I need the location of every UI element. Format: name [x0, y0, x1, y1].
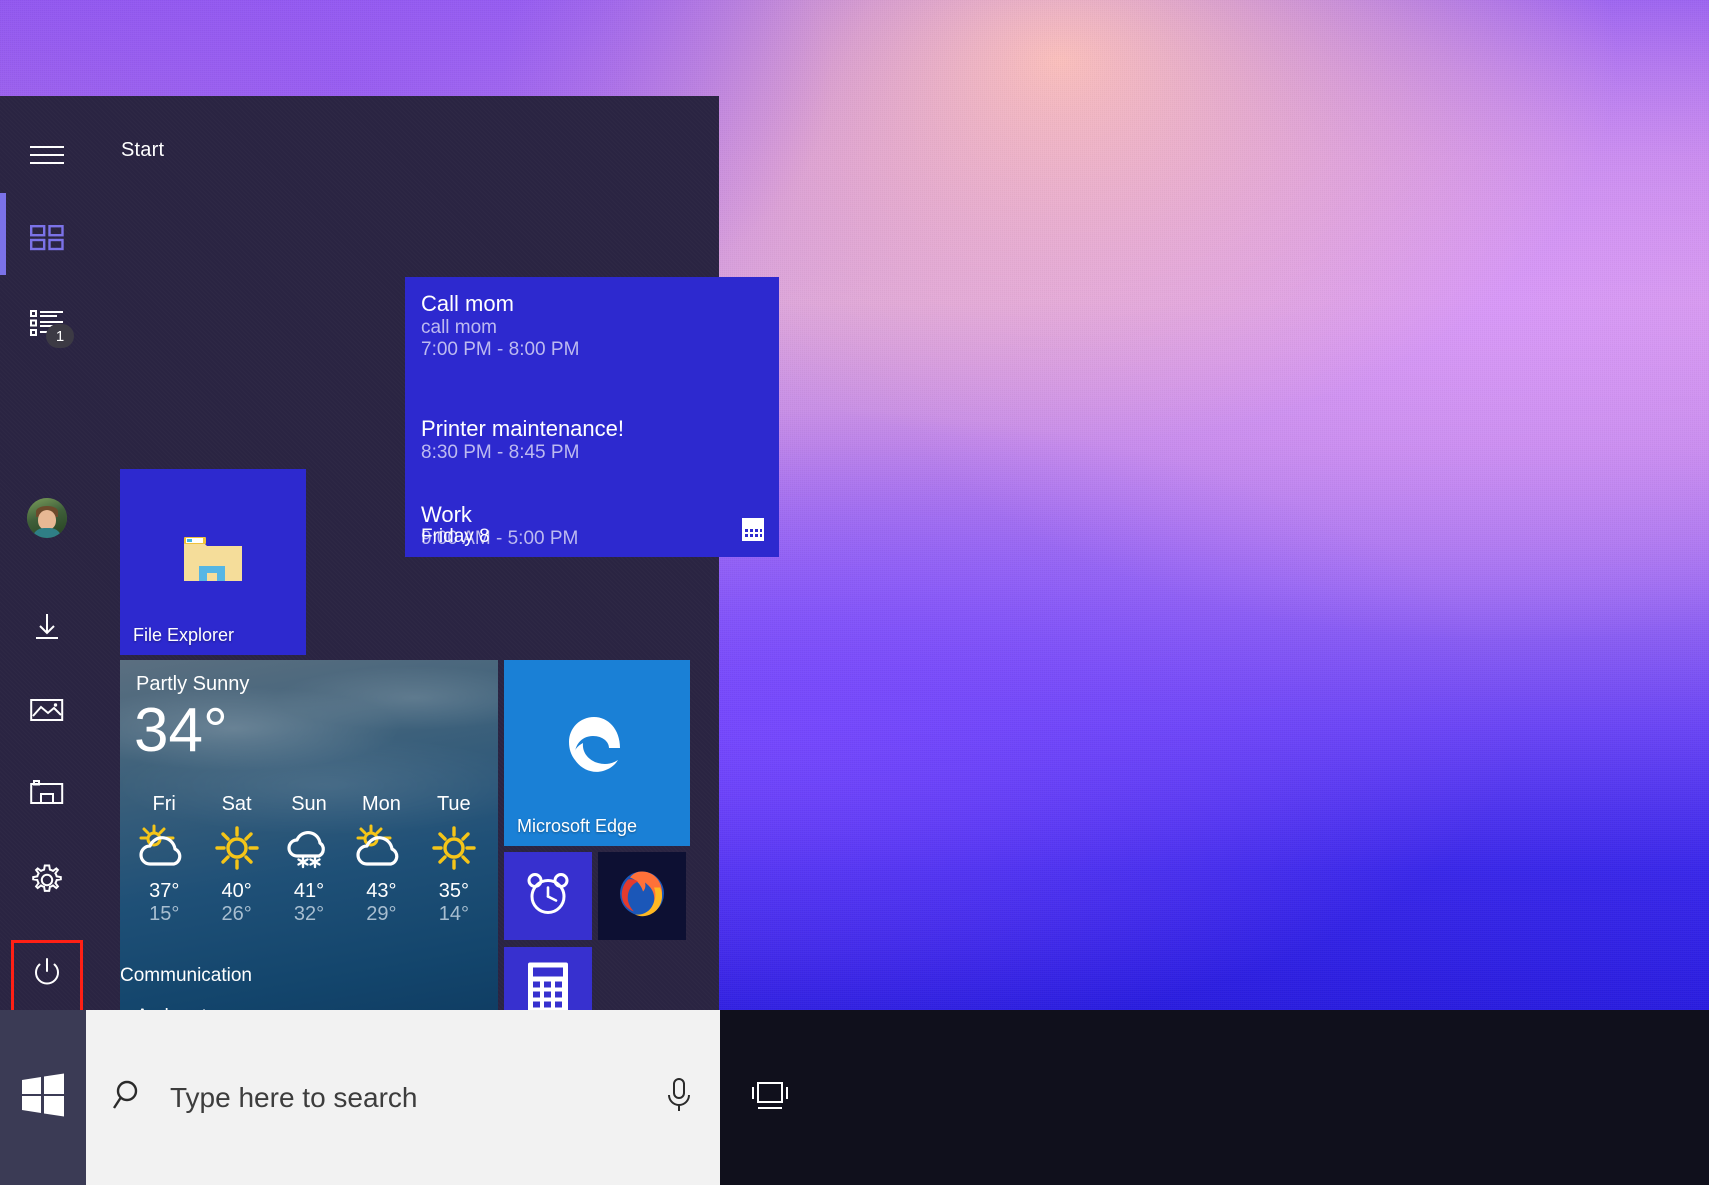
- tile-group-label: Communication: [120, 965, 252, 986]
- forecast-low: 29°: [366, 903, 397, 925]
- calendar-event-time: 7:00 PM - 8:00 PM: [421, 339, 580, 360]
- tile-label: File Explorer: [133, 625, 235, 645]
- start-menu-tiles-panel: Start Call mom call mom 7:00 PM - 8:00 P…: [93, 96, 779, 1040]
- calendar-event-title: Work: [421, 502, 472, 527]
- weather-condition: Partly Sunny: [136, 673, 250, 695]
- forecast-day: Fri 37° 15°: [128, 793, 200, 926]
- sidebar-item-start[interactable]: [0, 201, 93, 274]
- taskbar: [0, 1010, 1709, 1185]
- partly-sunny-icon: [128, 818, 200, 878]
- forecast-low: 26°: [221, 903, 252, 925]
- tile-alarms-clock[interactable]: [504, 852, 592, 940]
- start-button[interactable]: [0, 1010, 86, 1185]
- notification-badge: 1: [46, 324, 74, 349]
- sidebar-item-documents[interactable]: [0, 757, 93, 830]
- grid-icon: [29, 224, 64, 251]
- weather-current-temp: 34°: [134, 696, 228, 765]
- power-icon: [32, 957, 62, 989]
- forecast-dow: Mon: [361, 793, 401, 815]
- sidebar-item-downloads[interactable]: [0, 590, 93, 663]
- sunny-icon: [200, 818, 272, 878]
- alarm-clock-icon: [523, 869, 573, 924]
- sidebar-item-user-account[interactable]: [0, 481, 93, 554]
- forecast-day: Mon 43° 29°: [345, 793, 417, 926]
- windows-logo-icon: [20, 1072, 66, 1123]
- tile-file-explorer[interactable]: File Explorer: [120, 469, 306, 655]
- forecast-high: 41°: [293, 880, 325, 902]
- forecast-low: 32°: [293, 903, 325, 925]
- sidebar-item-pictures[interactable]: [0, 674, 93, 747]
- start-menu: 1 Start Call mom call mom 7:00 PM - 8:00…: [0, 96, 779, 1040]
- task-view-button[interactable]: [726, 1010, 814, 1185]
- calendar-event-title: Call mom: [421, 291, 514, 316]
- calendar-event-subtitle: call mom: [421, 317, 498, 338]
- forecast-low: 15°: [149, 903, 180, 925]
- cloudy-icon: [345, 818, 417, 878]
- forecast-day: Tue 35° 14°: [418, 793, 490, 926]
- forecast-high: 43°: [366, 880, 397, 902]
- calendar-icon: [741, 518, 765, 547]
- firefox-icon: [614, 866, 670, 927]
- search-icon: [112, 1077, 148, 1118]
- edge-icon: [557, 704, 637, 789]
- forecast-dow: Sun: [291, 793, 327, 815]
- sidebar-item-power[interactable]: [0, 937, 93, 1010]
- sidebar-item-notifications[interactable]: 1: [0, 286, 93, 359]
- calendar-event-time: 8:30 PM - 8:45 PM: [421, 442, 580, 463]
- snow-icon: [273, 818, 345, 878]
- weather-forecast-row: Fri 37° 15° Sat 40° 26° Sun 41° 32° Mon …: [128, 793, 490, 926]
- page-title: Start: [121, 139, 165, 161]
- download-icon: [32, 612, 62, 642]
- sidebar-item-settings[interactable]: [0, 844, 93, 917]
- search-input[interactable]: [170, 1081, 654, 1114]
- sunny-icon: [418, 818, 490, 878]
- documents-icon: [29, 779, 64, 807]
- tile-label: Microsoft Edge: [517, 816, 638, 836]
- forecast-dow: Sat: [221, 793, 252, 815]
- tile-calendar[interactable]: Call mom call mom 7:00 PM - 8:00 PM Prin…: [405, 277, 779, 557]
- forecast-high: 40°: [221, 880, 252, 902]
- tile-microsoft-edge[interactable]: Microsoft Edge: [504, 660, 690, 846]
- forecast-dow: Tue: [436, 793, 471, 815]
- forecast-dow: Fri: [152, 793, 176, 815]
- start-menu-left-rail: 1: [0, 96, 93, 1016]
- hamburger-icon: [29, 143, 65, 167]
- avatar: [26, 497, 67, 538]
- hamburger-menu-button[interactable]: [0, 118, 93, 191]
- picture-icon: [29, 696, 64, 724]
- forecast-day: Sun 41° 32°: [273, 793, 345, 926]
- calendar-event-title: Printer maintenance!: [421, 416, 624, 441]
- search-box[interactable]: [86, 1010, 720, 1185]
- gear-icon: [29, 862, 65, 898]
- forecast-high: 37°: [149, 880, 180, 902]
- microphone-icon[interactable]: [664, 1075, 694, 1120]
- forecast-day: Sat 40° 26°: [200, 793, 272, 926]
- task-view-icon: [749, 1077, 791, 1118]
- tile-firefox[interactable]: [598, 852, 686, 940]
- calendar-tile-footer: Friday 8: [421, 526, 490, 547]
- forecast-high: 35°: [438, 880, 469, 902]
- forecast-low: 14°: [438, 903, 469, 925]
- folder-icon: [182, 533, 244, 590]
